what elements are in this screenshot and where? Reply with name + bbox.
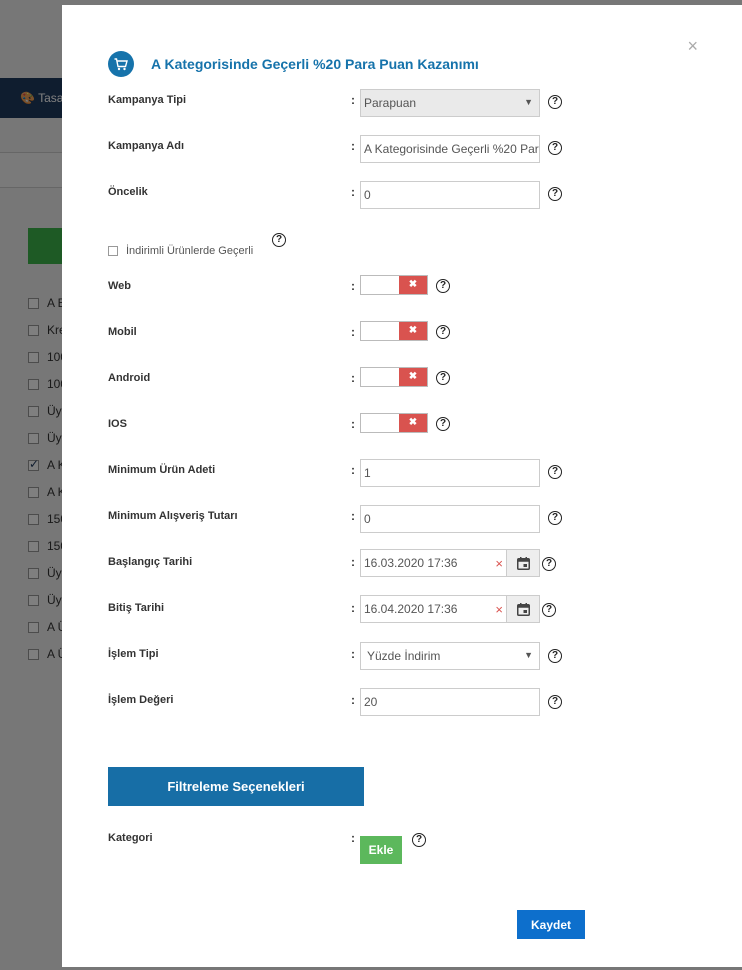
campaign-name-input[interactable]: A Kategorisinde Geçerli %20 Para Puan Ka… — [360, 135, 540, 163]
help-icon[interactable]: ? — [542, 557, 556, 571]
colon: : — [351, 601, 355, 615]
help-icon[interactable]: ? — [548, 141, 562, 155]
toggle-off-icon: ✖ — [399, 322, 427, 340]
operation-value-input[interactable]: 20 — [360, 688, 540, 716]
end-date-label: Bitiş Tarihi — [108, 602, 165, 614]
help-icon[interactable]: ? — [548, 649, 562, 663]
colon: : — [351, 693, 355, 707]
modal-title: A Kategorisinde Geçerli %20 Para Puan Ka… — [151, 56, 479, 72]
chevron-down-icon: ▼ — [524, 650, 533, 660]
web-label: Web — [108, 280, 132, 292]
android-label: Android — [108, 372, 151, 384]
min-shopping-amount-label: Minimum Alışveriş Tutarı — [108, 510, 238, 522]
min-product-count-label: Minimum Ürün Adeti — [108, 464, 216, 476]
discounted-products-row: İndirimli Ürünlerde Geçerli — [108, 245, 253, 257]
help-icon[interactable]: ? — [542, 603, 556, 617]
colon: : — [351, 371, 355, 385]
operation-type-label: İşlem Tipi — [108, 648, 159, 660]
calendar-icon[interactable] — [506, 596, 539, 622]
close-button[interactable]: × — [687, 37, 698, 55]
end-date-input[interactable]: 16.04.2020 17:36 × — [360, 595, 540, 623]
colon: : — [351, 325, 355, 339]
discounted-products-label: İndirimli Ürünlerde Geçerli — [126, 245, 254, 257]
toggle-off-icon: ✖ — [399, 276, 427, 294]
filter-options-button[interactable]: Filtreleme Seçenekleri — [108, 767, 364, 806]
help-icon[interactable]: ? — [548, 695, 562, 709]
campaign-name-label: Kampanya Adı — [108, 140, 185, 152]
mobile-label: Mobil — [108, 326, 137, 338]
help-icon[interactable]: ? — [548, 511, 562, 525]
operation-value-label: İşlem Değeri — [108, 694, 174, 706]
toggle-off-icon: ✖ — [399, 368, 427, 386]
end-date-value: 16.04.2020 17:36 — [364, 602, 458, 616]
operation-type-select[interactable]: Yüzde İndirim ▼ — [360, 642, 540, 670]
ios-label: IOS — [108, 418, 127, 430]
add-category-button[interactable]: Ekle — [360, 836, 402, 864]
priority-input[interactable]: 0 — [360, 181, 540, 209]
help-icon[interactable]: ? — [548, 95, 562, 109]
help-icon[interactable]: ? — [436, 279, 450, 293]
ios-toggle[interactable]: ✖ — [360, 413, 428, 433]
colon: : — [351, 647, 355, 661]
min-shopping-amount-input[interactable]: 0 — [360, 505, 540, 533]
colon: : — [351, 831, 355, 845]
colon: : — [351, 279, 355, 293]
calendar-icon[interactable] — [506, 550, 539, 576]
clear-icon[interactable]: × — [495, 556, 503, 571]
campaign-type-label: Kampanya Tipi — [108, 94, 187, 106]
start-date-label: Başlangıç Tarihi — [108, 556, 193, 568]
start-date-value: 16.03.2020 17:36 — [364, 556, 458, 570]
clear-icon[interactable]: × — [495, 602, 503, 617]
category-label: Kategori — [108, 832, 153, 844]
mobile-toggle[interactable]: ✖ — [360, 321, 428, 341]
web-toggle[interactable]: ✖ — [360, 275, 428, 295]
save-button[interactable]: Kaydet — [517, 910, 585, 939]
colon: : — [351, 139, 355, 153]
colon: : — [351, 185, 355, 199]
campaign-type-value: Parapuan — [364, 96, 417, 110]
colon: : — [351, 555, 355, 569]
start-date-input[interactable]: 16.03.2020 17:36 × — [360, 549, 540, 577]
operation-type-value: Yüzde İndirim — [367, 649, 441, 663]
help-icon[interactable]: ? — [436, 325, 450, 339]
android-toggle[interactable]: ✖ — [360, 367, 428, 387]
cart-icon — [108, 51, 134, 77]
toggle-off-icon: ✖ — [399, 414, 427, 432]
colon: : — [351, 93, 355, 107]
priority-label: Öncelik — [108, 186, 148, 198]
campaign-type-select[interactable]: Parapuan ▼ — [360, 89, 540, 117]
help-icon[interactable]: ? — [412, 833, 426, 847]
help-icon[interactable]: ? — [272, 233, 286, 247]
help-icon[interactable]: ? — [548, 187, 562, 201]
chevron-down-icon: ▼ — [524, 97, 533, 107]
modal-header: A Kategorisinde Geçerli %20 Para Puan Ka… — [108, 51, 479, 77]
colon: : — [351, 417, 355, 431]
colon: : — [351, 509, 355, 523]
help-icon[interactable]: ? — [436, 417, 450, 431]
help-icon[interactable]: ? — [436, 371, 450, 385]
modal-body: × A Kategorisinde Geçerli %20 Para Puan … — [76, 19, 724, 951]
colon: : — [351, 463, 355, 477]
discounted-products-checkbox[interactable] — [108, 246, 118, 256]
campaign-modal: × A Kategorisinde Geçerli %20 Para Puan … — [62, 5, 742, 967]
help-icon[interactable]: ? — [548, 465, 562, 479]
min-product-count-input[interactable]: 1 — [360, 459, 540, 487]
